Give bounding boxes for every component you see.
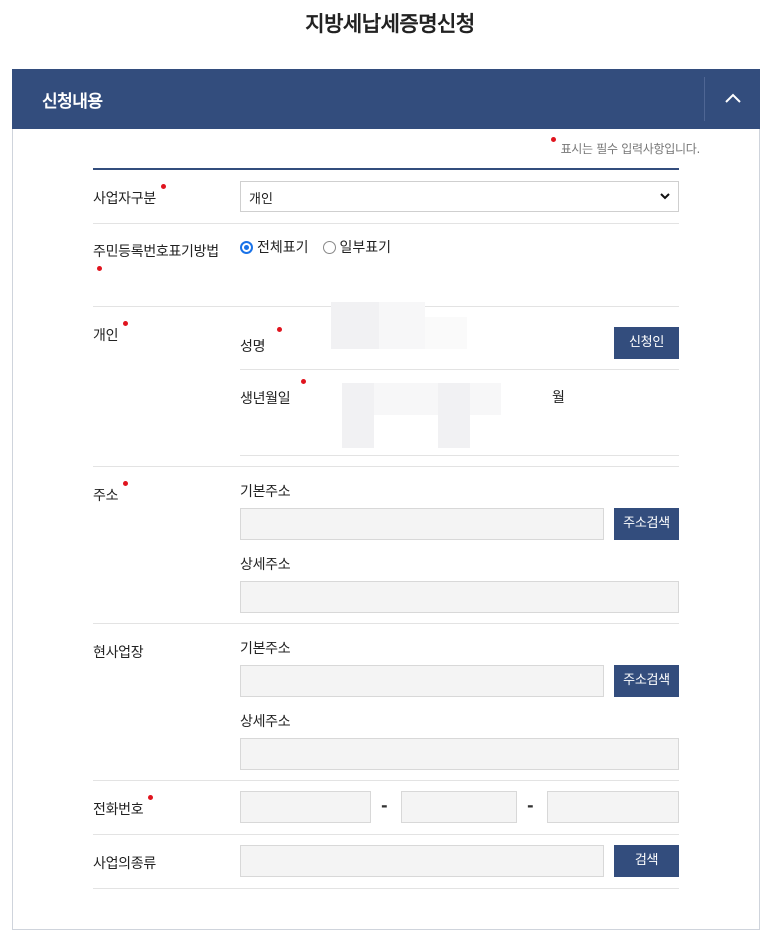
business-kind-label: 사업의종류 (93, 853, 156, 873)
divider (93, 466, 679, 467)
required-dot (97, 266, 102, 271)
required-dot (550, 137, 556, 142)
site-basic-address-label: 기본주소 (240, 638, 291, 658)
required-dot (160, 184, 166, 189)
business-type-selected: 개인 (249, 192, 273, 207)
divider (93, 888, 679, 889)
masked-birth-value (342, 383, 374, 448)
applicant-button[interactable]: 신청인 (614, 327, 679, 359)
basic-address-input[interactable] (240, 508, 604, 540)
required-dot (277, 327, 282, 332)
divider (93, 223, 679, 224)
phone-part2-input[interactable] (401, 791, 517, 823)
rrn-display-label: 주민등록번호표기방법 (93, 241, 219, 261)
radio-partial-display-label: 일부표기 (339, 240, 392, 256)
rrn-display-radio-group: 전체표기 일부표기 (240, 237, 391, 257)
masked-name-value (331, 302, 379, 349)
month-unit-text: 월 (552, 390, 565, 406)
phone-label-text: 전화번호 (93, 802, 144, 818)
panel-header: 신청내용 (12, 69, 760, 129)
basic-address-label-text: 기본주소 (240, 484, 291, 500)
name-label: 성명 (240, 336, 265, 356)
required-note-text: 표시는 필수 입력사항입니다. (560, 142, 701, 156)
basic-address-label: 기본주소 (240, 481, 291, 501)
phone-part3-input[interactable] (547, 791, 679, 823)
site-detail-address-label-text: 상세주소 (240, 714, 291, 730)
masked-birth-value (406, 383, 438, 415)
business-kind-input[interactable] (240, 845, 604, 877)
masked-birth-value (438, 383, 470, 448)
detail-address-input[interactable] (240, 581, 679, 613)
divider (93, 623, 679, 624)
name-label-text: 성명 (240, 339, 266, 355)
birth-date-label: 생년월일 (240, 388, 291, 408)
business-kind-search-button[interactable]: 검색 (614, 845, 679, 877)
phone-part1-input[interactable] (240, 791, 371, 823)
radio-partial-display[interactable]: 일부표기 (322, 237, 392, 257)
detail-address-label: 상세주소 (240, 554, 291, 574)
chevron-down-icon (660, 193, 670, 200)
chevron-up-icon (725, 93, 741, 103)
required-note: 표시는 필수 입력사항입니다. (550, 137, 701, 157)
address-label-text: 주소 (93, 488, 119, 504)
radio-checked-icon (240, 240, 253, 254)
divider (240, 369, 679, 370)
business-site-label: 현사업장 (93, 642, 144, 662)
radio-full-display-label: 전체표기 (257, 240, 309, 256)
individual-label: 개인 (93, 321, 129, 345)
required-dot (301, 379, 306, 384)
business-type-label: 사업자구분 (93, 184, 166, 208)
detail-address-label-text: 상세주소 (240, 557, 291, 573)
phone-separator: - (527, 796, 534, 815)
month-unit: 월 (552, 387, 565, 407)
address-label: 주소 (93, 481, 129, 505)
page-title: 지방세납세증명신청 (305, 12, 475, 36)
form-top-divider (93, 168, 679, 170)
radio-full-display[interactable]: 전체표기 (240, 237, 309, 257)
business-kind-label-text: 사업의종류 (93, 856, 156, 872)
masked-birth-value (374, 383, 406, 415)
individual-label-text: 개인 (93, 328, 119, 344)
business-type-label-text: 사업자구분 (93, 191, 156, 207)
masked-birth-value (470, 383, 501, 415)
site-address-search-button[interactable]: 주소검색 (614, 665, 679, 697)
business-type-select[interactable]: 개인 (240, 181, 679, 212)
site-basic-address-label-text: 기본주소 (240, 641, 291, 657)
site-basic-address-input[interactable] (240, 665, 604, 697)
divider (93, 780, 679, 781)
divider (93, 834, 679, 835)
phone-separator: - (381, 796, 388, 815)
masked-name-value (425, 317, 467, 349)
site-detail-address-label: 상세주소 (240, 711, 291, 731)
radio-unchecked-icon (322, 240, 336, 254)
business-site-label-text: 현사업장 (93, 645, 144, 661)
panel-title: 신청내용 (42, 92, 103, 112)
birth-date-label-text: 생년월일 (240, 391, 291, 407)
collapse-toggle-button[interactable] (704, 77, 760, 121)
site-detail-address-input[interactable] (240, 738, 679, 770)
masked-name-value (379, 302, 425, 349)
divider (240, 455, 679, 456)
address-search-button[interactable]: 주소검색 (614, 508, 679, 540)
phone-label: 전화번호 (93, 795, 154, 819)
rrn-display-label-text: 주민등록번호표기방법 (93, 244, 219, 260)
